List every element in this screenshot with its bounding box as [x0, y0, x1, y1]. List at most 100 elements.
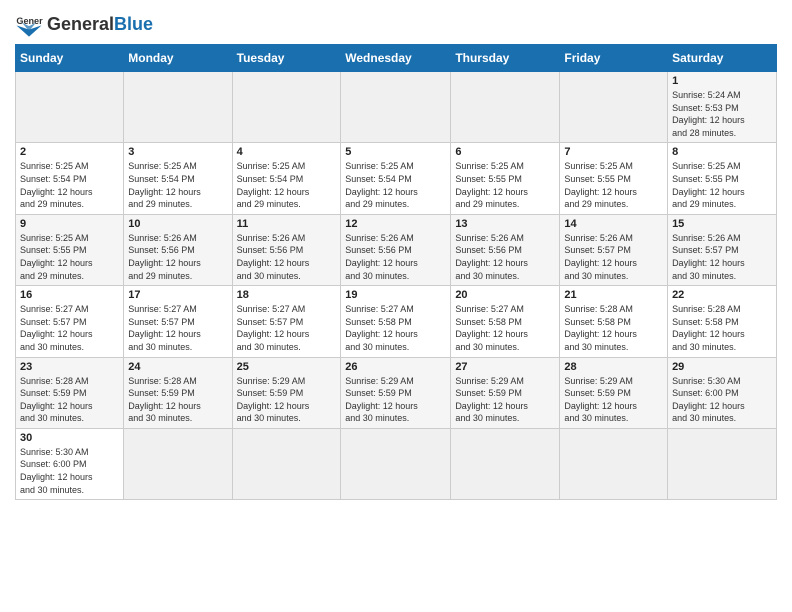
day-number: 30: [20, 432, 119, 444]
calendar-day-cell: 1Sunrise: 5:24 AM Sunset: 5:53 PM Daylig…: [668, 72, 777, 143]
calendar-day-cell: 7Sunrise: 5:25 AM Sunset: 5:55 PM Daylig…: [560, 143, 668, 214]
day-info: Sunrise: 5:27 AM Sunset: 5:58 PM Dayligh…: [455, 303, 555, 353]
day-number: 27: [455, 361, 555, 373]
calendar-day-cell: 5 Sunrise: 5:25 AM Sunset: 5:54 PM Daylig…: [341, 143, 451, 214]
day-info: Sunrise: 5:29 AM Sunset: 5:59 PM Dayligh…: [564, 375, 663, 425]
calendar-day-cell: 18 Sunrise: 5:27 AM Sunset: 5:57 PM Dayli…: [232, 286, 341, 357]
day-number: 19: [345, 289, 446, 301]
day-info: Sunrise: 5:26 AM Sunset: 5:56 PM Dayligh…: [128, 232, 227, 282]
day-number: 4: [237, 146, 337, 158]
day-number: 7: [564, 146, 663, 158]
calendar-day-cell: [451, 428, 560, 499]
calendar-day-cell: 8 Sunrise: 5:25 AM Sunset: 5:55 PM Daylig…: [668, 143, 777, 214]
calendar-day-cell: 28 Sunrise: 5:29 AM Sunset: 5:59 PM Dayli…: [560, 357, 668, 428]
day-number: 11: [237, 218, 337, 230]
day-info: Sunrise: 5:26 AM Sunset: 5:57 PM Dayligh…: [672, 232, 772, 282]
day-number: 17: [128, 289, 227, 301]
calendar-day-cell: 9 Sunrise: 5:25 AM Sunset: 5:55 PM Daylig…: [16, 214, 124, 285]
day-number: 21: [564, 289, 663, 301]
day-number: 6: [455, 146, 555, 158]
day-number: 18: [237, 289, 337, 301]
day-of-week-header: Monday: [124, 45, 232, 72]
calendar-day-cell: [124, 428, 232, 499]
day-number: 22: [672, 289, 772, 301]
day-info: Sunrise: 5:30 AM Sunset: 6:00 PM Dayligh…: [20, 446, 119, 496]
calendar-day-cell: [560, 72, 668, 143]
generalblue-logo-icon: General: [15, 10, 43, 38]
day-info: Sunrise: 5:29 AM Sunset: 5:59 PM Dayligh…: [237, 375, 337, 425]
calendar-day-cell: 2Sunrise: 5:25 AM Sunset: 5:54 PM Daylig…: [16, 143, 124, 214]
calendar-day-cell: 27 Sunrise: 5:29 AM Sunset: 5:59 PM Dayli…: [451, 357, 560, 428]
day-info: Sunrise: 5:27 AM Sunset: 5:57 PM Dayligh…: [237, 303, 337, 353]
calendar-week-row: 16 Sunrise: 5:27 AM Sunset: 5:57 PM Dayli…: [16, 286, 777, 357]
day-number: 13: [455, 218, 555, 230]
calendar-day-cell: [16, 72, 124, 143]
calendar-day-cell: 14Sunrise: 5:26 AM Sunset: 5:57 PM Dayli…: [560, 214, 668, 285]
day-number: 5: [345, 146, 446, 158]
calendar-day-cell: 29Sunrise: 5:30 AM Sunset: 6:00 PM Dayli…: [668, 357, 777, 428]
calendar-day-cell: 11 Sunrise: 5:26 AM Sunset: 5:56 PM Dayli…: [232, 214, 341, 285]
day-number: 28: [564, 361, 663, 373]
day-number: 16: [20, 289, 119, 301]
day-number: 29: [672, 361, 772, 373]
calendar-day-cell: 12Sunrise: 5:26 AM Sunset: 5:56 PM Dayli…: [341, 214, 451, 285]
calendar-day-cell: 17 Sunrise: 5:27 AM Sunset: 5:57 PM Dayli…: [124, 286, 232, 357]
day-number: 24: [128, 361, 227, 373]
calendar-week-row: 2 Sunrise: 5:25 AM Sunset: 5:54 PM Daylig…: [16, 143, 777, 214]
day-info: Sunrise: 5:25 AM Sunset: 5:55 PM Dayligh…: [20, 232, 119, 282]
day-number: 9: [20, 218, 119, 230]
day-number: 3: [128, 146, 227, 158]
calendar-day-cell: 6 Sunrise: 5:25 AM Sunset: 5:55 PM Daylig…: [451, 143, 560, 214]
calendar-day-cell: [232, 428, 341, 499]
calendar-day-cell: 16 Sunrise: 5:27 AM Sunset: 5:57 PM Dayli…: [16, 286, 124, 357]
day-info: Sunrise: 5:25 AM Sunset: 5:55 PM Dayligh…: [672, 160, 772, 210]
calendar-day-cell: [124, 72, 232, 143]
day-info: Sunrise: 5:28 AM Sunset: 5:58 PM Dayligh…: [672, 303, 772, 353]
day-info: Sunrise: 5:25 AM Sunset: 5:55 PM Dayligh…: [455, 160, 555, 210]
day-info: Sunrise: 5:25 AM Sunset: 5:54 PM Dayligh…: [128, 160, 227, 210]
calendar-week-row: 9 Sunrise: 5:25 AM Sunset: 5:55 PM Daylig…: [16, 214, 777, 285]
day-info: Sunrise: 5:26 AM Sunset: 5:57 PM Dayligh…: [564, 232, 663, 282]
calendar-day-cell: [668, 428, 777, 499]
day-info: Sunrise: 5:26 AM Sunset: 5:56 PM Dayligh…: [237, 232, 337, 282]
calendar-day-cell: [232, 72, 341, 143]
day-info: Sunrise: 5:27 AM Sunset: 5:57 PM Dayligh…: [20, 303, 119, 353]
calendar-header: SundayMondayTuesdayWednesdayThursdayFrid…: [16, 45, 777, 72]
calendar-day-cell: 3 Sunrise: 5:25 AM Sunset: 5:54 PM Daylig…: [124, 143, 232, 214]
calendar-week-row: 23Sunrise: 5:28 AM Sunset: 5:59 PM Dayli…: [16, 357, 777, 428]
calendar-day-cell: 20Sunrise: 5:27 AM Sunset: 5:58 PM Dayli…: [451, 286, 560, 357]
calendar-day-cell: [341, 428, 451, 499]
day-info: Sunrise: 5:25 AM Sunset: 5:54 PM Dayligh…: [345, 160, 446, 210]
calendar-day-cell: 10 Sunrise: 5:26 AM Sunset: 5:56 PM Dayli…: [124, 214, 232, 285]
day-of-week-header: Wednesday: [341, 45, 451, 72]
calendar-day-cell: 24Sunrise: 5:28 AM Sunset: 5:59 PM Dayli…: [124, 357, 232, 428]
day-number: 23: [20, 361, 119, 373]
calendar-day-cell: 22 Sunrise: 5:28 AM Sunset: 5:58 PM Dayli…: [668, 286, 777, 357]
day-number: 15: [672, 218, 772, 230]
calendar-day-cell: 4Sunrise: 5:25 AM Sunset: 5:54 PM Daylig…: [232, 143, 341, 214]
day-info: Sunrise: 5:27 AM Sunset: 5:57 PM Dayligh…: [128, 303, 227, 353]
day-number: 25: [237, 361, 337, 373]
day-info: Sunrise: 5:29 AM Sunset: 5:59 PM Dayligh…: [455, 375, 555, 425]
calendar-day-cell: [560, 428, 668, 499]
calendar-week-row: 30 Sunrise: 5:30 AM Sunset: 6:00 PM Dayli…: [16, 428, 777, 499]
svg-text:General: General: [16, 16, 43, 26]
calendar-week-row: 1Sunrise: 5:24 AM Sunset: 5:53 PM Daylig…: [16, 72, 777, 143]
calendar-day-cell: 26Sunrise: 5:29 AM Sunset: 5:59 PM Dayli…: [341, 357, 451, 428]
calendar-day-cell: 15 Sunrise: 5:26 AM Sunset: 5:57 PM Dayli…: [668, 214, 777, 285]
calendar-day-cell: [451, 72, 560, 143]
calendar-day-cell: 23Sunrise: 5:28 AM Sunset: 5:59 PM Dayli…: [16, 357, 124, 428]
day-info: Sunrise: 5:27 AM Sunset: 5:58 PM Dayligh…: [345, 303, 446, 353]
page-header: General GeneralBlue: [15, 10, 777, 38]
day-number: 8: [672, 146, 772, 158]
day-number: 10: [128, 218, 227, 230]
calendar-day-cell: [341, 72, 451, 143]
day-of-week-header: Friday: [560, 45, 668, 72]
calendar-table: SundayMondayTuesdayWednesdayThursdayFrid…: [15, 44, 777, 500]
day-info: Sunrise: 5:26 AM Sunset: 5:56 PM Dayligh…: [455, 232, 555, 282]
day-of-week-header: Thursday: [451, 45, 560, 72]
calendar-day-cell: 13 Sunrise: 5:26 AM Sunset: 5:56 PM Dayli…: [451, 214, 560, 285]
day-number: 2: [20, 146, 119, 158]
calendar-day-cell: 19 Sunrise: 5:27 AM Sunset: 5:58 PM Dayli…: [341, 286, 451, 357]
calendar-day-cell: 25 Sunrise: 5:29 AM Sunset: 5:59 PM Dayli…: [232, 357, 341, 428]
